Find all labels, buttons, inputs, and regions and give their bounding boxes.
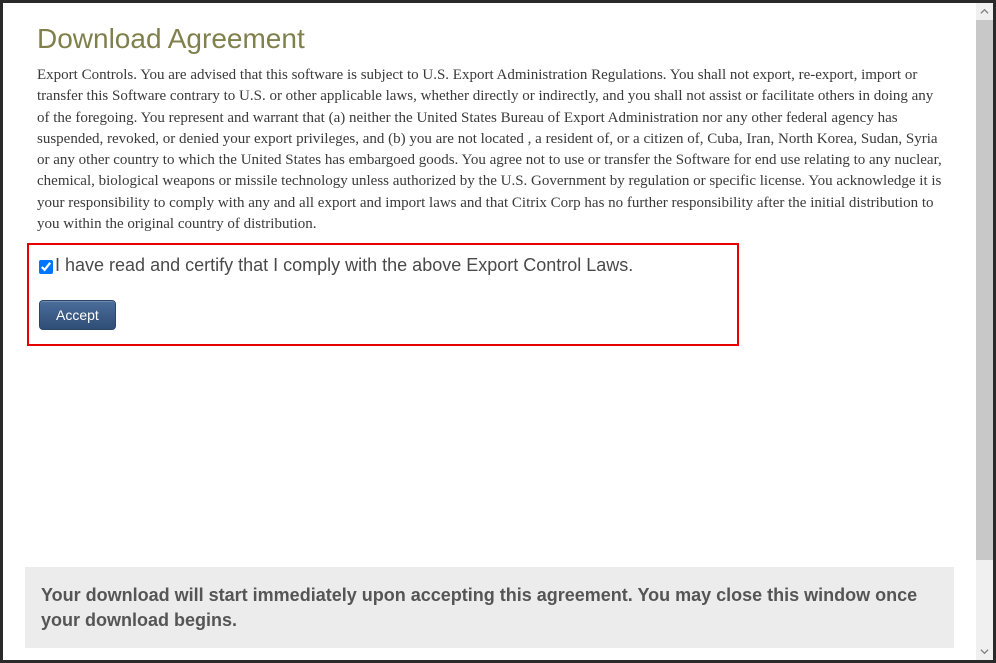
page-title: Download Agreement — [37, 23, 942, 55]
content-area: Download Agreement Export Controls. You … — [3, 3, 976, 660]
chevron-down-icon — [980, 647, 989, 656]
dialog-frame: Download Agreement Export Controls. You … — [0, 0, 996, 663]
footer-note: Your download will start immediately upo… — [25, 567, 954, 648]
inner-content: Download Agreement Export Controls. You … — [3, 3, 976, 346]
certify-label: I have read and certify that I comply wi… — [55, 255, 633, 276]
scroll-up-button[interactable] — [976, 3, 993, 20]
scroll-track[interactable] — [976, 20, 993, 643]
scroll-thumb[interactable] — [976, 20, 993, 560]
vertical-scrollbar[interactable] — [976, 3, 993, 660]
chevron-up-icon — [980, 7, 989, 16]
accept-button[interactable]: Accept — [39, 300, 116, 330]
certify-row: I have read and certify that I comply wi… — [39, 255, 727, 276]
certify-checkbox[interactable] — [39, 260, 53, 274]
scroll-region: Download Agreement Export Controls. You … — [3, 3, 976, 567]
agreement-text: Export Controls. You are advised that th… — [37, 65, 942, 235]
scroll-down-button[interactable] — [976, 643, 993, 660]
highlight-box: I have read and certify that I comply wi… — [27, 243, 739, 346]
